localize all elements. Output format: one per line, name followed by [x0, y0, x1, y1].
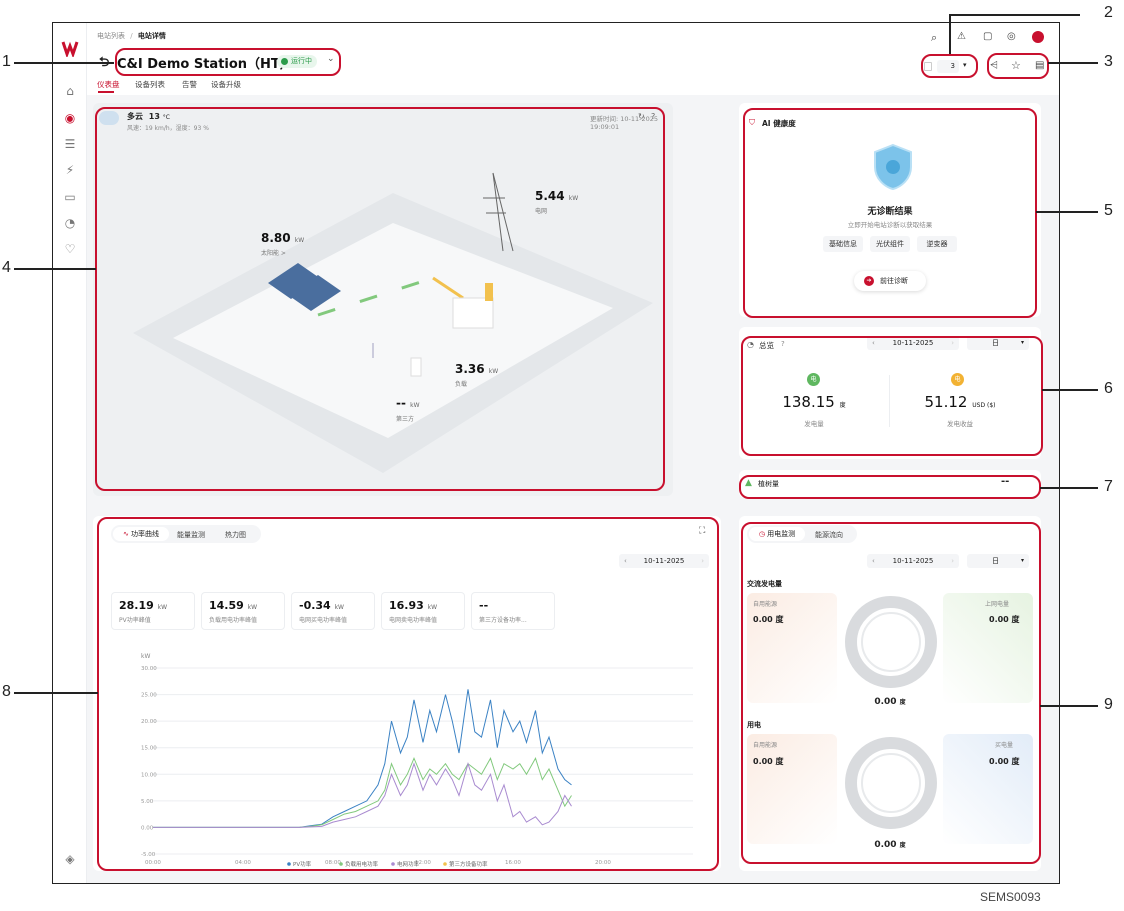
callout-line-8: [14, 692, 98, 694]
callout-box-8: [97, 517, 719, 871]
callout-box-2: [921, 54, 978, 78]
callout-box-5: [743, 108, 1037, 318]
device-icon[interactable]: ▭: [62, 189, 78, 205]
tab-active-underline: [98, 91, 114, 93]
report-icon[interactable]: ◔: [62, 215, 78, 231]
callout-line-2: [950, 14, 1080, 16]
list-icon[interactable]: ☰: [62, 136, 78, 152]
tower-icon[interactable]: ⚡: [62, 162, 78, 178]
callout-number-1: 1: [2, 53, 11, 70]
callout-number-5: 5: [1104, 202, 1113, 219]
tower-alert-icon[interactable]: ⚠: [957, 31, 966, 42]
layers-icon[interactable]: ◈: [62, 851, 78, 867]
tab-device-list[interactable]: 设备列表: [135, 79, 165, 90]
callout-line-9: [1040, 705, 1098, 707]
callout-line-5: [1036, 211, 1098, 213]
callout-number-4: 4: [2, 259, 11, 276]
callout-number-8: 8: [2, 683, 11, 700]
callout-number-7: 7: [1104, 478, 1113, 495]
search-icon[interactable]: ⌕: [931, 31, 937, 45]
globe-icon[interactable]: ◎: [1007, 31, 1016, 42]
callout-box-7: [739, 475, 1041, 499]
callout-number-9: 9: [1104, 696, 1113, 713]
breadcrumb: 电站列表 / 电站详情: [97, 31, 166, 41]
callout-number-3: 3: [1104, 53, 1113, 70]
breadcrumb-sep: /: [130, 32, 133, 40]
callout-number-2: 2: [1104, 4, 1113, 21]
app-window: ⌂ ◉ ☰ ⚡ ▭ ◔ ♡ ◈ 电站列表 / 电站详情 ⮌ C&I Demo S…: [52, 22, 1060, 884]
breadcrumb-parent[interactable]: 电站列表: [97, 32, 125, 40]
callout-line-1: [14, 62, 114, 64]
breadcrumb-current: 电站详情: [137, 32, 166, 40]
favorite-icon[interactable]: ♡: [62, 241, 78, 257]
callout-line-2v: [949, 14, 951, 54]
callout-box-1: [115, 48, 341, 76]
callout-line-6: [1042, 389, 1098, 391]
callout-line-3: [1048, 62, 1098, 64]
sidebar: ⌂ ◉ ☰ ⚡ ▭ ◔ ♡ ◈: [53, 23, 87, 883]
tab-dashboard[interactable]: 仪表盘: [97, 79, 120, 90]
avatar[interactable]: [1032, 31, 1044, 43]
callout-line-7: [1040, 487, 1098, 489]
tab-alarms[interactable]: 告警: [182, 79, 197, 90]
callout-box-6: [741, 336, 1043, 456]
station-icon[interactable]: ◉: [62, 110, 78, 126]
home-icon[interactable]: ⌂: [62, 83, 78, 99]
callout-box-4: [95, 107, 665, 491]
callout-box-9: [741, 522, 1041, 864]
brand-logo: [61, 39, 79, 59]
callout-box-3: [987, 53, 1049, 79]
tab-upgrade[interactable]: 设备升级: [211, 79, 241, 90]
callout-line-4: [14, 268, 96, 270]
figure-code: SEMS0093: [980, 890, 1041, 904]
message-icon[interactable]: ▢: [983, 31, 992, 42]
back-icon[interactable]: ⮌: [99, 53, 109, 75]
callout-number-6: 6: [1104, 380, 1113, 397]
